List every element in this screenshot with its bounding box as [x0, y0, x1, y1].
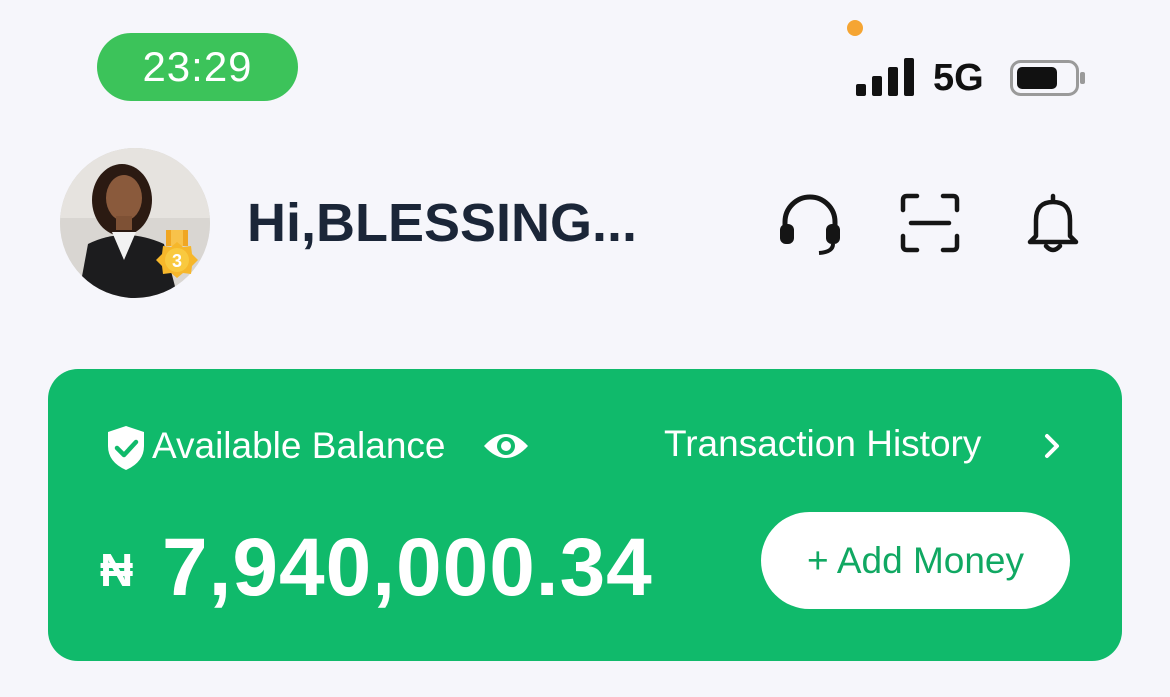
status-time: 23:29	[142, 43, 253, 90]
status-time-pill: 23:29	[97, 33, 298, 101]
greeting-text: Hi,BLESSING...	[247, 193, 638, 253]
home-screen: 23:29 5G 3 Hi,BLESSING... Available Bala…	[0, 0, 1170, 697]
bell-icon[interactable]	[1020, 190, 1086, 256]
available-balance-label: Available Balance	[152, 425, 446, 466]
currency-symbol: ₦	[100, 544, 134, 596]
level-badge-number: 3	[172, 251, 182, 271]
shield-check-icon	[108, 426, 144, 470]
chevron-right-icon[interactable]	[1038, 430, 1066, 462]
transaction-history-link[interactable]: Transaction History	[664, 422, 981, 466]
eye-icon[interactable]	[482, 424, 530, 468]
level-badge-icon: 3	[156, 230, 198, 278]
scan-icon[interactable]	[897, 190, 963, 256]
network-type: 5G	[933, 57, 984, 99]
privacy-indicator-dot	[847, 20, 863, 36]
balance-amount: 7,940,000.34	[162, 522, 653, 613]
signal-icon	[856, 58, 914, 96]
battery-icon	[1010, 60, 1085, 96]
add-money-label: + Add Money	[806, 539, 1024, 581]
add-money-button[interactable]: + Add Money	[761, 512, 1070, 609]
headset-icon[interactable]	[777, 190, 843, 256]
